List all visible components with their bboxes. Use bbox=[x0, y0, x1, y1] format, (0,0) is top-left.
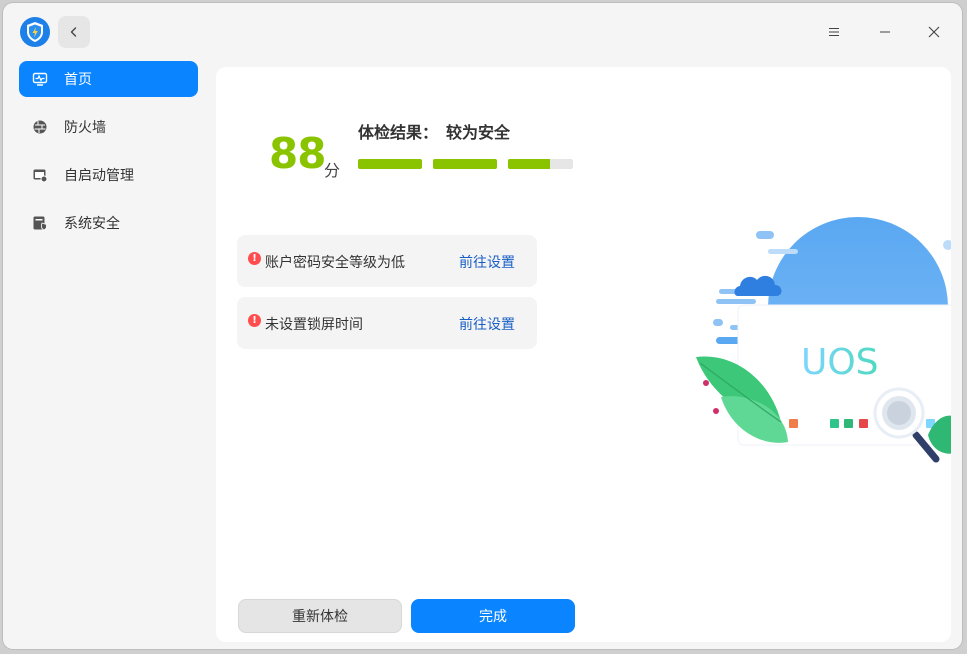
issue-item: ! 账户密码安全等级为低 前往设置 bbox=[237, 235, 537, 287]
minimize-button[interactable] bbox=[870, 17, 900, 47]
go-settings-link[interactable]: 前往设置 bbox=[459, 252, 515, 272]
close-button[interactable] bbox=[919, 17, 949, 47]
back-button[interactable] bbox=[58, 16, 90, 48]
uos-logo-text: UOS bbox=[801, 342, 879, 383]
score-bar-segment bbox=[508, 159, 573, 169]
sidebar: 首页 防火墙 自启动管理 系统安全 bbox=[3, 60, 208, 649]
score-bar-segment bbox=[433, 159, 497, 169]
score-bar-fill bbox=[358, 159, 422, 169]
score-bar-segment bbox=[358, 159, 422, 169]
score-bar-fill bbox=[508, 159, 551, 169]
warning-icon: ! bbox=[248, 252, 261, 265]
uos-illustration: UOS bbox=[686, 207, 951, 487]
sidebar-item-label: 防火墙 bbox=[64, 120, 106, 136]
menu-button[interactable] bbox=[819, 17, 849, 47]
security-icon bbox=[32, 215, 48, 231]
security-score: 88 bbox=[269, 129, 326, 178]
sidebar-item-label: 系统安全 bbox=[64, 216, 120, 232]
sidebar-item-startup[interactable]: 自启动管理 bbox=[19, 157, 198, 193]
result-status: 较为安全 bbox=[446, 123, 511, 142]
firewall-icon bbox=[32, 119, 48, 135]
done-button[interactable]: 完成 bbox=[411, 599, 575, 633]
score-bar-fill bbox=[433, 159, 497, 169]
title-bar bbox=[3, 3, 962, 60]
sidebar-item-firewall[interactable]: 防火墙 bbox=[19, 109, 198, 145]
recheck-button[interactable]: 重新体检 bbox=[238, 599, 402, 633]
main-panel: 88 分 体检结果： 较为安全 ! 账户密码安全等级为低 前往设置 ! 未设置锁… bbox=[216, 67, 951, 642]
startup-icon bbox=[32, 167, 48, 183]
sidebar-item-security[interactable]: 系统安全 bbox=[19, 205, 198, 241]
issue-item: ! 未设置锁屏时间 前往设置 bbox=[237, 297, 537, 349]
go-settings-link[interactable]: 前往设置 bbox=[459, 314, 515, 334]
score-unit: 分 bbox=[324, 161, 341, 180]
sidebar-item-label: 自启动管理 bbox=[64, 168, 134, 184]
result-label: 体检结果： bbox=[358, 123, 439, 142]
sidebar-item-label: 首页 bbox=[64, 72, 92, 88]
warning-icon: ! bbox=[248, 314, 261, 327]
close-icon bbox=[928, 26, 940, 38]
monitor-icon bbox=[32, 71, 48, 87]
chevron-left-icon bbox=[70, 27, 77, 37]
sidebar-item-home[interactable]: 首页 bbox=[19, 61, 198, 97]
app-shield-logo-icon bbox=[19, 16, 51, 48]
issue-text: 账户密码安全等级为低 bbox=[265, 255, 405, 271]
minimize-icon bbox=[880, 31, 890, 33]
menu-icon bbox=[829, 28, 839, 36]
issue-text: 未设置锁屏时间 bbox=[265, 317, 363, 333]
app-window: 首页 防火墙 自启动管理 系统安全 88 分 体检结果： 较为安全 ! 账户密码… bbox=[3, 3, 962, 649]
